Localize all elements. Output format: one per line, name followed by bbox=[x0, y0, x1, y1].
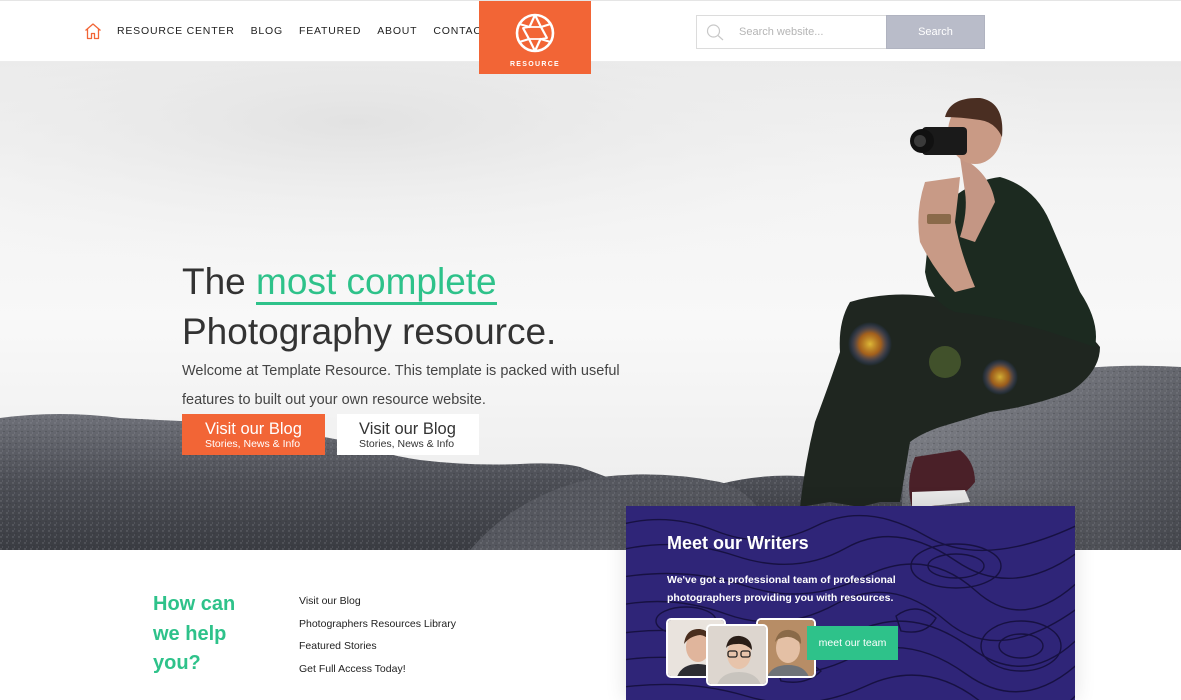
help-link-library[interactable]: Photographers Resources Library bbox=[299, 613, 456, 636]
avatar-writer-2[interactable] bbox=[706, 624, 768, 686]
nav-resource-center[interactable]: RESOURCE CENTER bbox=[117, 25, 235, 37]
btn-primary-title: Visit our Blog bbox=[205, 420, 302, 438]
logo-text: RESOURCE bbox=[509, 61, 561, 68]
hero-photo bbox=[0, 62, 1181, 550]
btn-secondary-sub: Stories, News & Info bbox=[359, 438, 455, 450]
headline-accent: most complete bbox=[256, 261, 497, 305]
headline-line2: Photography resource. bbox=[182, 311, 557, 352]
nav-blog[interactable]: BLOG bbox=[251, 25, 283, 37]
help-link-blog[interactable]: Visit our Blog bbox=[299, 590, 456, 613]
writers-card: Meet our Writers We've got a professiona… bbox=[626, 506, 1075, 700]
headline-pre: The bbox=[182, 261, 257, 302]
search-box bbox=[696, 15, 886, 49]
hero-headline: The most complete Photography resource. bbox=[182, 257, 556, 357]
search-button[interactable]: Search bbox=[886, 15, 985, 49]
search-input[interactable] bbox=[739, 26, 879, 38]
hero-section: The most complete Photography resource. … bbox=[0, 62, 1181, 550]
writers-text: We've got a professional team of profess… bbox=[667, 574, 896, 604]
search-icon bbox=[705, 22, 725, 42]
btn-secondary-title: Visit our Blog bbox=[359, 420, 456, 438]
visit-blog-button-primary[interactable]: Visit our Blog Stories, News & Info bbox=[182, 414, 325, 455]
site-logo[interactable]: RESOURCE bbox=[479, 1, 591, 74]
nav-featured[interactable]: FEATURED bbox=[299, 25, 361, 37]
hero-intro: Welcome at Template Resource. This templ… bbox=[182, 363, 620, 408]
help-links: Visit our Blog Photographers Resources L… bbox=[299, 590, 456, 681]
aperture-icon bbox=[515, 13, 555, 53]
meet-our-team-button[interactable]: meet our team bbox=[807, 626, 898, 660]
visit-blog-button-secondary[interactable]: Visit our Blog Stories, News & Info bbox=[337, 414, 479, 455]
home-icon[interactable] bbox=[84, 22, 102, 40]
help-link-full-access[interactable]: Get Full Access Today! bbox=[299, 658, 456, 681]
writers-title: Meet our Writers bbox=[667, 533, 809, 553]
btn-primary-sub: Stories, News & Info bbox=[205, 438, 301, 450]
main-nav: RESOURCE CENTER BLOG FEATURED ABOUT CONT… bbox=[117, 25, 505, 37]
help-title: How can we help you? bbox=[153, 593, 236, 674]
help-link-featured[interactable]: Featured Stories bbox=[299, 635, 456, 658]
nav-about[interactable]: ABOUT bbox=[377, 25, 417, 37]
